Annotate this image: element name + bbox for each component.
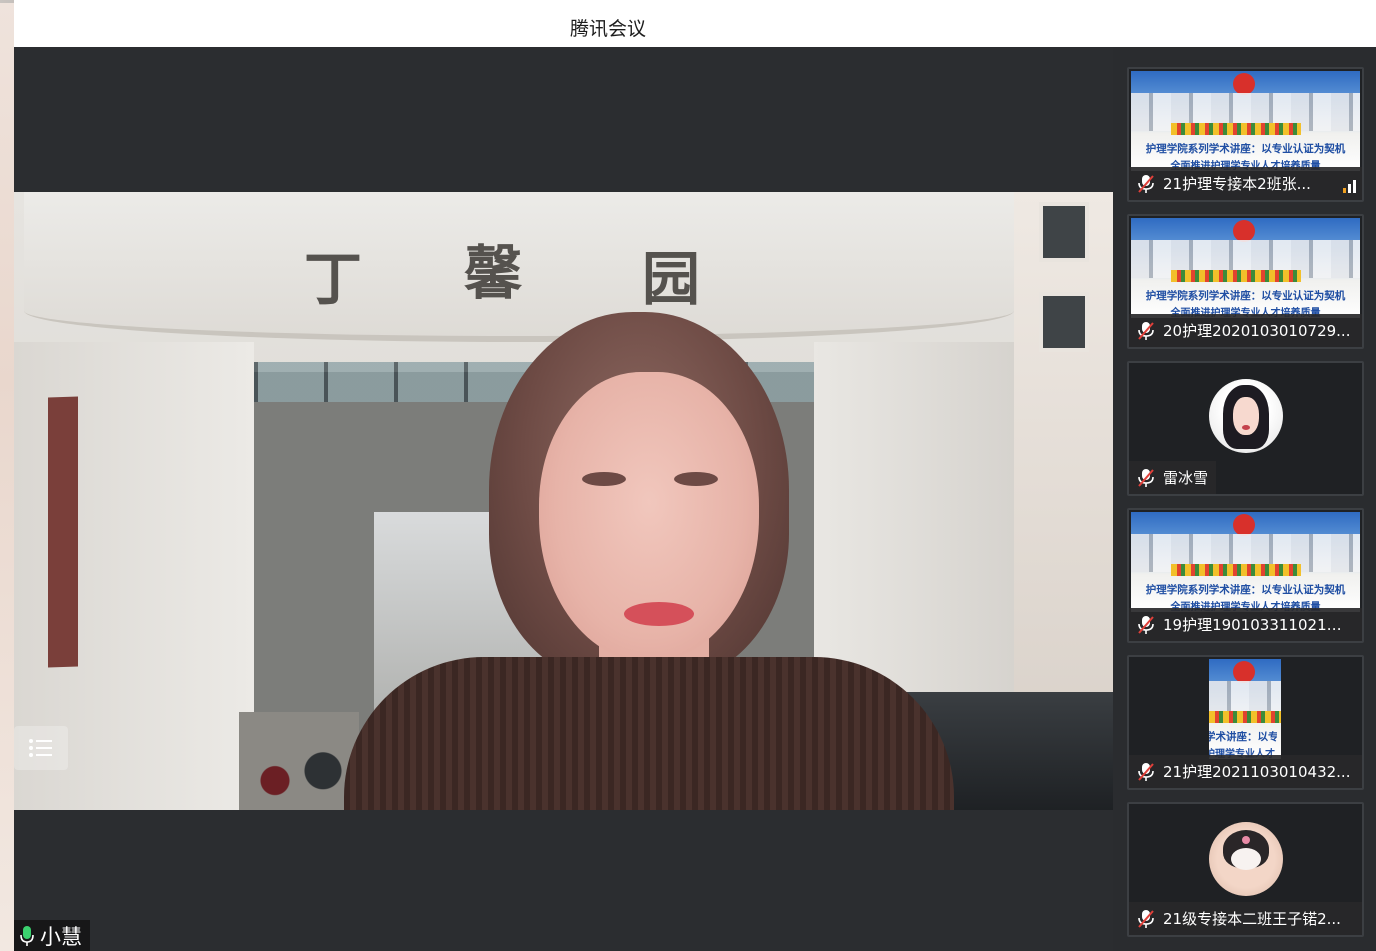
shared-slide-thumbnail: 学术讲座：以专 护理学专业人才 <box>1209 659 1281 759</box>
speaker-eye-right <box>674 472 718 486</box>
participant-name: 21护理专接本2班张... <box>1163 175 1311 193</box>
participant-label: 21护理专接本2班张... <box>1129 167 1362 200</box>
participant-tile[interactable]: 雷冰雪 <box>1127 361 1364 496</box>
participant-tile[interactable]: 护理学院系列学术讲座：以专业认证为契机 全面推进护理学专业人才培养质量 20护理… <box>1127 214 1364 349</box>
sign-char-3: 园 <box>642 245 701 313</box>
participant-tile[interactable]: 护理学院系列学术讲座：以专业认证为契机 全面推进护理学专业人才培养质量 19护理… <box>1127 508 1364 643</box>
sign-char-1: 丁 <box>304 245 363 313</box>
mic-on-icon <box>20 925 34 946</box>
school-logo-icon <box>1233 73 1255 95</box>
parked-bikes <box>239 712 359 810</box>
slide-title: 学术讲座：以专 <box>1209 731 1277 743</box>
flower-bed-image <box>1209 711 1281 723</box>
participant-tile[interactable]: 21级专接本二班王子锘2... <box>1127 802 1364 937</box>
active-speaker-label: 小慧 <box>14 920 90 951</box>
main-stage: 丁 馨 园 <box>14 47 1113 951</box>
speaker-mouth <box>624 602 694 626</box>
participant-label: 20护理2020103010729... <box>1129 314 1362 347</box>
participant-name: 21级专接本二班王子锘2... <box>1163 910 1341 928</box>
participant-label: 雷冰雪 <box>1129 461 1217 494</box>
school-logo-icon <box>1233 661 1255 683</box>
avatar-mouth <box>1242 425 1250 430</box>
list-menu-button[interactable] <box>14 726 68 770</box>
shared-slide-thumbnail: 护理学院系列学术讲座：以专业认证为契机 全面推进护理学专业人才培养质量 <box>1131 71 1360 171</box>
background-edge <box>0 0 14 951</box>
app-title: 腾讯会议 <box>570 18 647 40</box>
participant-avatar <box>1209 379 1283 453</box>
speaker-eye-left <box>582 472 626 486</box>
list-icon <box>29 739 52 757</box>
participant-panel: 护理学院系列学术讲座：以专业认证为契机 全面推进护理学专业人才培养质量 21护理… <box>1113 47 1376 951</box>
slide-title: 护理学院系列学术讲座：以专业认证为契机 <box>1145 584 1346 596</box>
slide-title: 护理学院系列学术讲座：以专业认证为契机 <box>1145 143 1346 155</box>
avatar-face <box>1231 848 1261 870</box>
mic-muted-icon <box>1138 762 1154 781</box>
participant-label: 21护理2021103010432... <box>1129 755 1362 788</box>
mic-muted-icon <box>1138 174 1154 193</box>
flower-bed-image <box>1171 270 1301 282</box>
window <box>1039 292 1089 352</box>
participant-name: 21护理2021103010432... <box>1163 763 1351 781</box>
participant-label: 19护理190103311021耿... <box>1129 608 1362 641</box>
avatar-skull-mark <box>1242 836 1250 844</box>
participant-name: 雷冰雪 <box>1163 469 1209 487</box>
participant-name: 20护理2020103010729... <box>1163 322 1351 340</box>
active-speaker-name: 小慧 <box>40 924 82 949</box>
school-logo-icon <box>1233 220 1255 242</box>
shared-slide-thumbnail: 护理学院系列学术讲座：以专业认证为契机 全面推进护理学专业人才培养质量 <box>1131 218 1360 318</box>
flower-bed-image <box>1171 123 1301 135</box>
red-banner <box>48 396 78 668</box>
participant-name: 19护理190103311021耿... <box>1163 616 1354 634</box>
sign-char-2: 馨 <box>464 239 523 307</box>
participant-avatar <box>1209 822 1283 896</box>
participant-tile[interactable]: 护理学院系列学术讲座：以专业认证为契机 全面推进护理学专业人才培养质量 21护理… <box>1127 67 1364 202</box>
mic-muted-icon <box>1138 468 1154 487</box>
mic-muted-icon <box>1138 321 1154 340</box>
participant-tile[interactable]: 学术讲座：以专 护理学专业人才 21护理2021103010432... <box>1127 655 1364 790</box>
signal-strength-icon <box>1343 180 1356 193</box>
participant-label: 21级专接本二班王子锘2... <box>1129 902 1362 935</box>
window <box>1039 202 1089 262</box>
flower-bed-image <box>1171 564 1301 576</box>
title-bar: 腾讯会议 <box>14 0 1376 47</box>
main-video[interactable]: 丁 馨 园 <box>14 192 1113 810</box>
speaker-sweater <box>344 657 954 810</box>
slide-title: 护理学院系列学术讲座：以专业认证为契机 <box>1145 290 1346 302</box>
speaker-figure <box>344 312 954 810</box>
mic-muted-icon <box>1138 615 1154 634</box>
mic-muted-icon <box>1138 909 1154 928</box>
shared-slide-thumbnail: 护理学院系列学术讲座：以专业认证为契机 全面推进护理学专业人才培养质量 <box>1131 512 1360 612</box>
school-logo-icon <box>1233 514 1255 536</box>
